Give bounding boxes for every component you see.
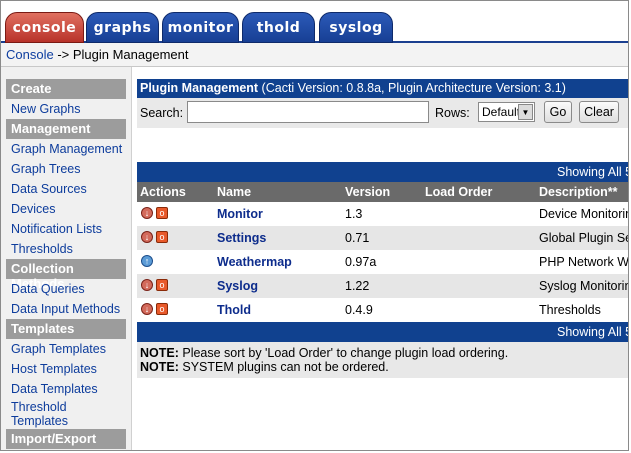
uninstall-icon[interactable]: o [156,207,168,219]
plugin-name[interactable]: Monitor [217,207,263,221]
threshold-templates-line1: Threshold [11,400,67,414]
sidebar-heading-templates: Templates [6,319,126,339]
threshold-templates-line2: Templates [11,414,68,428]
clear-button[interactable]: Clear [579,101,619,123]
disable-icon[interactable]: ↓ [141,231,153,243]
plugin-name[interactable]: Weathermap [217,255,292,269]
uninstall-icon[interactable]: o [156,231,168,243]
sidebar-item-data-queries[interactable]: Data Queries [11,279,131,299]
plugin-version: 0.97a [345,255,377,269]
breadcrumb: Console -> Plugin Management [1,43,628,67]
table-row: ↓ o Thold 0.4.9 Thresholds [137,298,628,322]
plugin-name[interactable]: Syslog [217,279,258,293]
disable-icon[interactable]: ↓ [141,303,153,315]
sidebar-item-thresholds[interactable]: Thresholds [11,239,131,259]
search-label: Search: [140,106,184,120]
sidebar-item-data-templates[interactable]: Data Templates [11,379,131,399]
filter-bar: Search: Rows: Default ▼ Go Clear [137,98,628,128]
table-row: ↓ o Syslog 1.22 Syslog Monitoring [137,274,629,298]
plugin-description: Thresholds [539,303,601,317]
browser-frame: console graphs monitor thold syslog Cons… [0,0,629,451]
plugin-version: 0.71 [345,231,370,245]
uninstall-icon[interactable]: o [156,303,168,315]
tab-console[interactable]: console [5,12,84,43]
sidebar-item-threshold-templates[interactable]: Threshold Templates [11,399,131,429]
chevron-down-icon[interactable]: ▼ [518,104,533,120]
sidebar-item-data-input-methods[interactable]: Data Input Methods [11,299,131,319]
note-label: NOTE: [140,346,179,360]
sidebar-heading-create: Create [6,79,126,99]
table-header: Actions Name Version Load Order Descript… [137,182,628,202]
disable-icon[interactable]: ↓ [141,279,153,291]
note-label: NOTE: [140,360,179,374]
note-line: NOTE: Please sort by 'Load Order' to cha… [140,346,628,360]
rows-label: Rows: [435,106,470,120]
notes-section: NOTE: Please sort by 'Load Order' to cha… [137,342,628,378]
sidebar-item-notification-lists[interactable]: Notification Lists [11,219,131,239]
plugin-description: Syslog Monitoring [539,279,629,293]
sidebar-item-graph-management[interactable]: Graph Management [11,139,131,159]
column-actions[interactable]: Actions [140,185,186,199]
spacer [137,128,628,162]
sidebar-item-host-templates[interactable]: Host Templates [11,359,131,379]
plugin-name[interactable]: Thold [217,303,251,317]
rows-select[interactable]: Default ▼ [478,102,535,122]
sidebar-item-devices[interactable]: Devices [11,199,131,219]
table-row: ↓ o Settings 0.71 Global Plugin Settings [137,226,628,250]
plugin-version: 0.4.9 [345,303,373,317]
tab-thold[interactable]: thold [242,12,315,43]
showing-bar-bottom: Showing All 5 [137,322,629,342]
page-subtitle: (Cacti Version: 0.8.8a, Plugin Architect… [258,81,566,95]
plugin-description: Device Monitoring [539,207,628,221]
showing-text-top: Showing All 5 [557,165,629,179]
table-row: ↑ Weathermap 0.97a PHP Network Weatherma… [137,250,629,274]
sidebar-heading-import-export: Import/Export [6,429,126,449]
sidebar-item-graph-templates[interactable]: Graph Templates [11,339,131,359]
top-tab-bar: console graphs monitor thold syslog [1,1,628,43]
note-text: SYSTEM plugins can not be ordered. [178,360,389,374]
column-version[interactable]: Version [345,185,390,199]
go-button[interactable]: Go [544,101,572,123]
tab-syslog[interactable]: syslog [319,12,393,43]
plugin-version: 1.22 [345,279,370,293]
tab-graphs[interactable]: graphs [86,12,159,43]
showing-text-bottom: Showing All 5 [557,325,629,339]
disable-icon[interactable]: ↓ [141,207,153,219]
breadcrumb-console-link[interactable]: Console [6,47,54,62]
column-description[interactable]: Description** [539,185,618,199]
column-name[interactable]: Name [217,185,251,199]
uninstall-icon[interactable]: o [156,279,168,291]
sidebar-item-graph-trees[interactable]: Graph Trees [11,159,131,179]
note-text: Please sort by 'Load Order' to change pl… [178,346,509,360]
sidebar-heading-management: Management [6,119,126,139]
sidebar-heading-collection-methods: Collection Methods [6,259,126,291]
plugin-name[interactable]: Settings [217,231,266,245]
panel-header: Plugin Management (Cacti Version: 0.8.8a… [137,79,628,98]
breadcrumb-current: -> Plugin Management [53,47,189,62]
plugin-description: PHP Network Weathermap [539,255,629,269]
sidebar-item-new-graphs[interactable]: New Graphs [11,99,131,119]
page-title: Plugin Management [140,81,259,95]
install-icon[interactable]: ↑ [141,255,153,267]
rows-select-value: Default [482,105,521,119]
table-row: ↓ o Monitor 1.3 Device Monitoring [137,202,628,226]
sidebar: Create New Graphs Management Graph Manag… [1,67,132,450]
search-input[interactable] [187,101,429,123]
note-line: NOTE: SYSTEM plugins can not be ordered. [140,360,628,374]
showing-bar-top: Showing All 5 [137,162,629,182]
tab-monitor[interactable]: monitor [162,12,239,43]
plugin-description: Global Plugin Settings [539,231,628,245]
plugin-version: 1.3 [345,207,363,221]
plugin-management-panel: Plugin Management (Cacti Version: 0.8.8a… [137,79,629,378]
sidebar-item-data-sources[interactable]: Data Sources [11,179,131,199]
column-load-order[interactable]: Load Order [425,185,492,199]
